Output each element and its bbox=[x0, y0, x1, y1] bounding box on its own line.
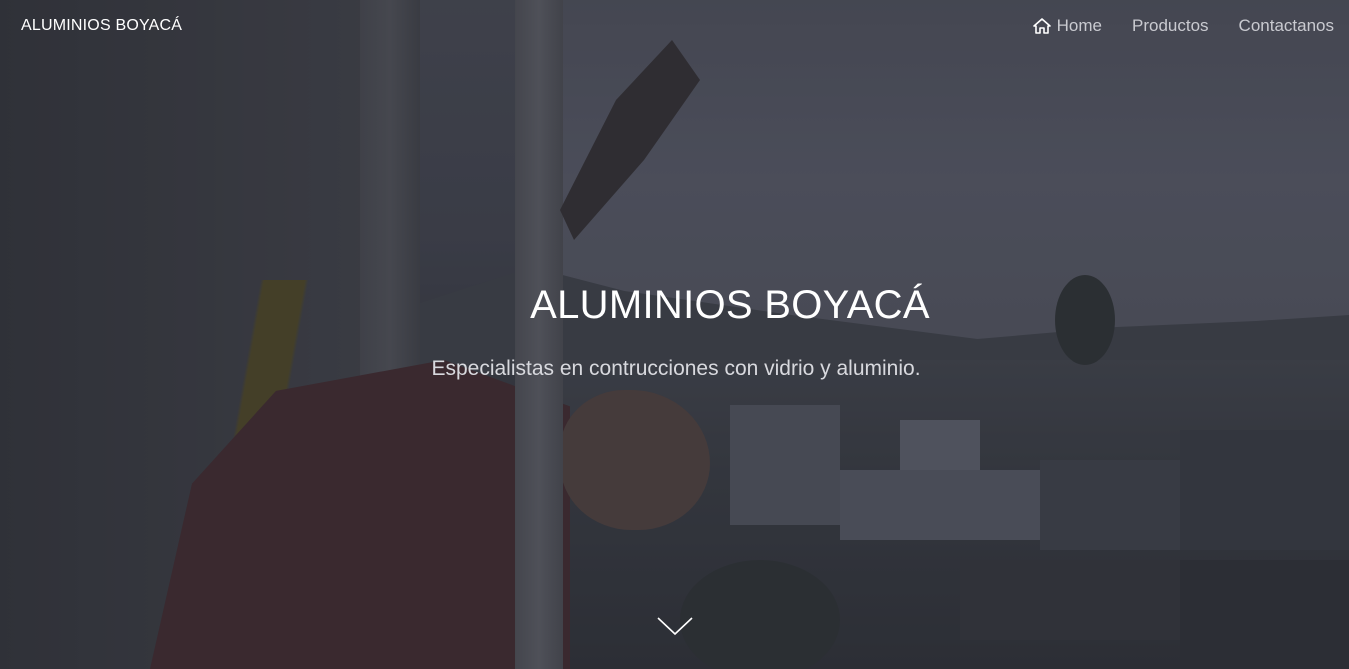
scroll-down-button[interactable] bbox=[656, 614, 694, 638]
brand-link[interactable]: ALUMINIOS BOYACÁ bbox=[21, 17, 182, 35]
navbar: ALUMINIOS BOYACÁ Home Productos Contacta… bbox=[0, 0, 1349, 55]
nav-link-productos[interactable]: Productos bbox=[1132, 16, 1209, 36]
chevron-down-icon bbox=[657, 617, 693, 636]
hero-title: ALUMINIOS BOYACÁ bbox=[530, 283, 930, 327]
hero-section: ALUMINIOS BOYACÁ Home Productos Contacta… bbox=[0, 0, 1349, 669]
hero-background-image bbox=[0, 0, 1349, 669]
nav-link-home[interactable]: Home bbox=[1032, 16, 1102, 36]
nav-link-contactanos[interactable]: Contactanos bbox=[1239, 16, 1334, 36]
nav-links: Home Productos Contactanos bbox=[1032, 16, 1334, 36]
nav-link-label: Home bbox=[1056, 16, 1102, 35]
dark-overlay bbox=[0, 0, 1349, 669]
home-icon bbox=[1032, 18, 1051, 34]
nav-link-label: Productos bbox=[1132, 16, 1209, 35]
nav-link-label: Contactanos bbox=[1238, 16, 1334, 35]
hero-subtitle: Especialistas en contrucciones con vidri… bbox=[431, 357, 921, 380]
